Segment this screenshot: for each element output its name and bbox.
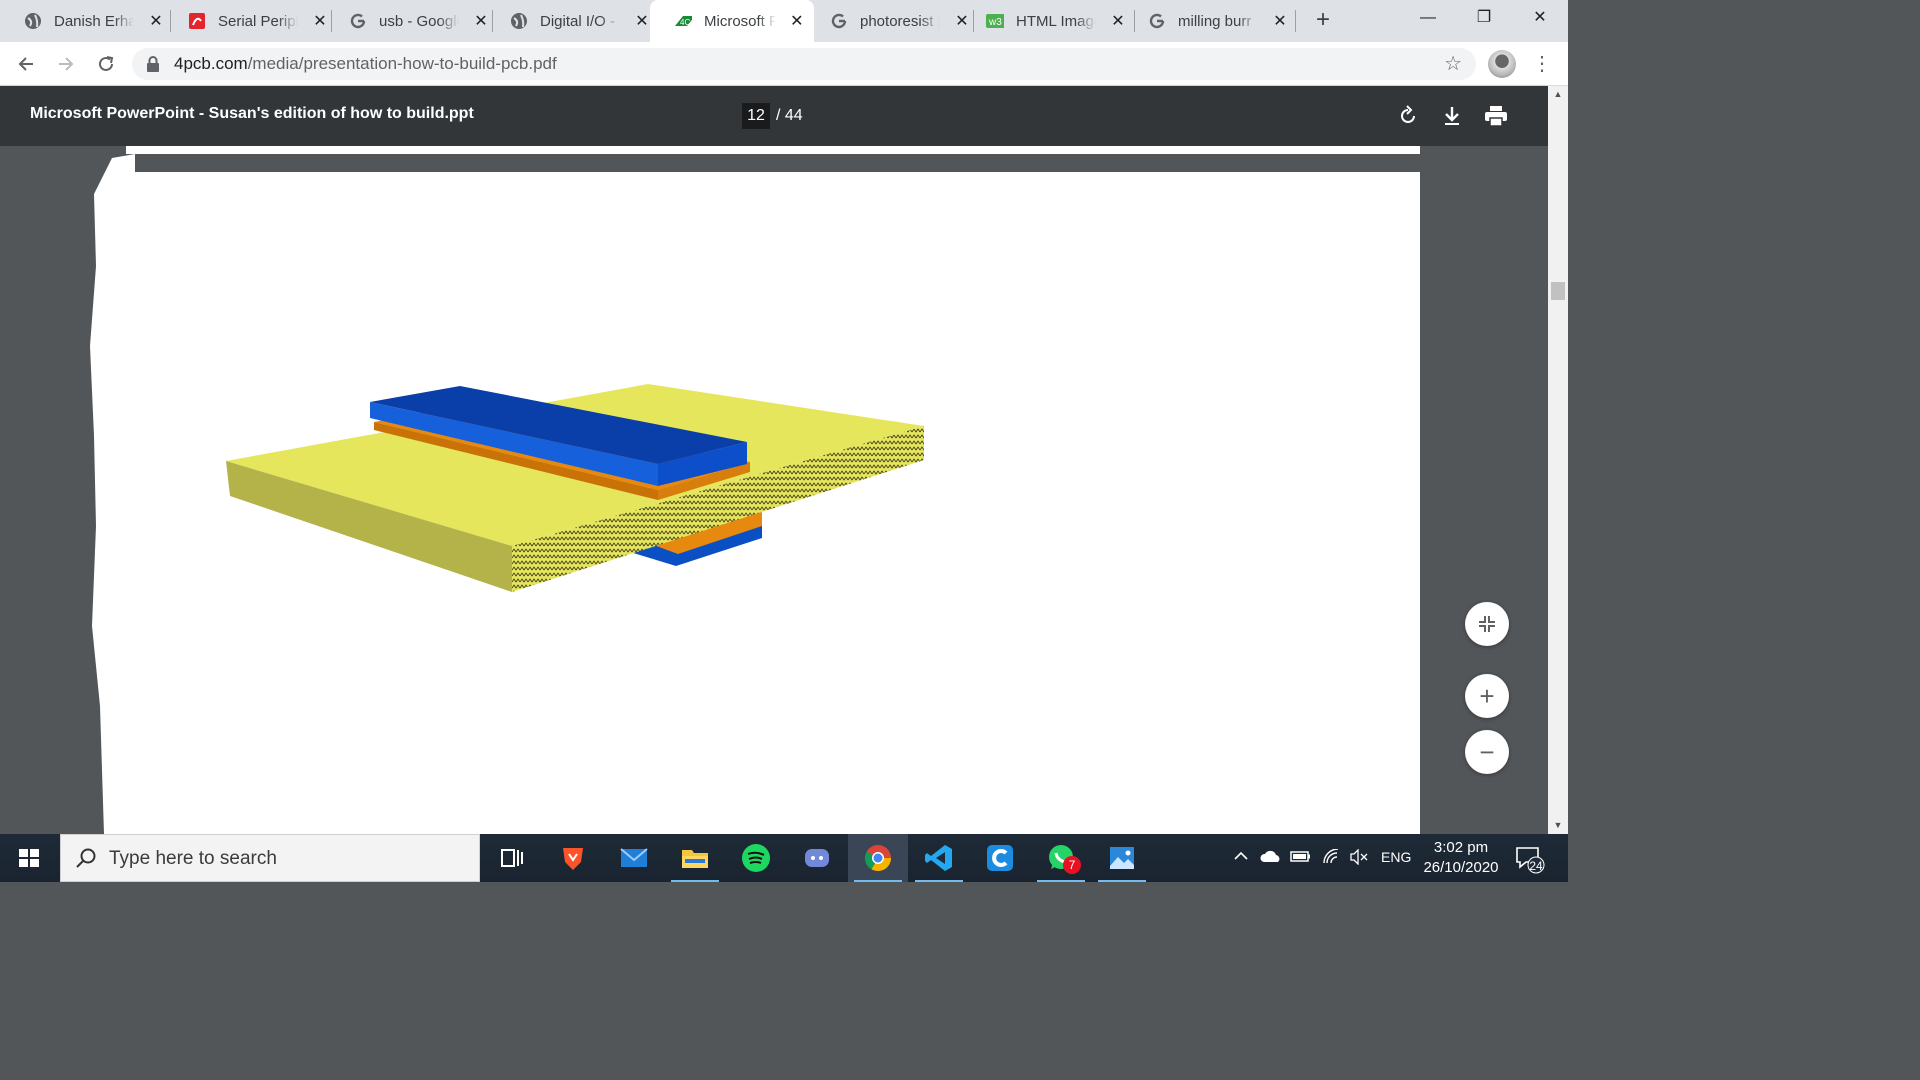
svg-text:4C: 4C — [680, 18, 690, 27]
w3schools-icon: w3 — [986, 12, 1004, 30]
language-indicator[interactable]: ENG — [1381, 849, 1411, 865]
pdf-icon — [188, 12, 206, 30]
address-bar[interactable]: 4pcb.com/media/presentation-how-to-build… — [132, 48, 1476, 80]
print-icon[interactable] — [1482, 102, 1510, 130]
battery-icon[interactable] — [1290, 849, 1312, 866]
bookmark-star-icon[interactable]: ☆ — [1444, 51, 1462, 76]
taskbar-search[interactable]: Type here to search — [60, 834, 480, 882]
reload-button[interactable] — [92, 50, 120, 78]
tray-overflow-icon[interactable] — [1234, 849, 1248, 866]
tab-title: Danish Erhan — [54, 12, 134, 30]
vertical-scrollbar[interactable]: ▲ ▼ — [1548, 86, 1568, 834]
tab-divider — [1295, 10, 1296, 32]
fit-to-page-button[interactable] — [1465, 602, 1509, 646]
google-icon — [349, 12, 367, 30]
file-explorer-icon[interactable] — [671, 842, 719, 882]
vscode-icon[interactable] — [915, 842, 963, 882]
chrome-icon[interactable] — [854, 842, 902, 882]
tab-title: HTML Image — [1016, 12, 1096, 30]
browser-menu-icon[interactable]: ⋮ — [1532, 50, 1552, 78]
scroll-up-icon[interactable]: ▲ — [1548, 86, 1568, 103]
pdf-toolbar: Microsoft PowerPoint - Susan's edition o… — [0, 86, 1548, 146]
url-domain: 4pcb.com — [174, 54, 248, 73]
search-icon — [75, 847, 97, 869]
tab-title: photoresist p — [860, 12, 940, 30]
task-view-icon[interactable] — [496, 842, 528, 874]
zoom-out-button[interactable]: − — [1465, 730, 1509, 774]
tab-digital-io[interactable]: Digital I/O - ✕ — [486, 0, 660, 42]
spotify-icon[interactable] — [740, 842, 772, 874]
notification-count: 24 — [1529, 859, 1543, 873]
page-total: / 44 — [776, 107, 803, 124]
brave-icon[interactable] — [557, 842, 589, 874]
close-icon[interactable]: ✕ — [148, 11, 164, 31]
clock-date: 26/10/2020 — [1423, 859, 1499, 876]
close-icon[interactable]: ✕ — [634, 11, 650, 31]
tab-microsoft-powerpoint[interactable]: 4C Microsoft Po ✕ — [650, 0, 814, 42]
start-button[interactable] — [0, 834, 58, 882]
window-close-button[interactable]: ✕ — [1512, 0, 1568, 36]
system-clock[interactable]: 3:02 pm 26/10/2020 — [1420, 838, 1502, 878]
clock-time: 3:02 pm — [1433, 839, 1489, 856]
tab-title: usb - Google — [379, 12, 459, 30]
tab-photoresist[interactable]: photoresist p ✕ — [806, 0, 980, 42]
whatsapp-badge: 7 — [1063, 856, 1081, 874]
close-icon[interactable]: ✕ — [790, 11, 804, 31]
search-placeholder: Type here to search — [109, 848, 277, 869]
tab-serial-peripheral[interactable]: Serial Peripheral ✕ — [164, 0, 338, 42]
zoom-in-button[interactable]: + — [1465, 674, 1509, 718]
tab-usb-google[interactable]: usb - Google ✕ — [325, 0, 499, 42]
tab-strip: Danish Erhan ✕ Serial Peripheral ✕ usb -… — [0, 0, 1568, 42]
scrollbar-thumb[interactable] — [1551, 282, 1565, 300]
restore-button[interactable]: ❐ — [1456, 0, 1512, 36]
profile-avatar[interactable] — [1488, 50, 1516, 78]
svg-text:w3: w3 — [988, 17, 1002, 28]
url-path: /media/presentation-how-to-build-pcb.pdf — [247, 54, 557, 73]
tab-title: Serial Peripheral — [218, 12, 298, 30]
rotate-icon[interactable] — [1394, 102, 1422, 130]
windows-taskbar: Type here to search ENG 3:02 pm 26/10/20… — [0, 834, 1568, 882]
scroll-down-icon[interactable]: ▼ — [1548, 817, 1568, 834]
minimize-button[interactable]: — — [1400, 0, 1456, 36]
browser-toolbar: 4pcb.com/media/presentation-how-to-build… — [0, 42, 1568, 86]
onedrive-icon[interactable] — [1260, 849, 1282, 866]
page-number-input[interactable]: 12 — [742, 103, 770, 129]
tab-title: milling burr — [1178, 12, 1252, 30]
tab-title: Microsoft Po — [704, 12, 776, 30]
google-icon — [1148, 12, 1166, 30]
wifi-icon[interactable] — [1322, 848, 1342, 868]
close-icon[interactable]: ✕ — [1272, 11, 1288, 31]
url-text: 4pcb.com/media/presentation-how-to-build… — [174, 54, 557, 74]
tab-danish-erhan[interactable]: Danish Erhan ✕ — [0, 0, 174, 42]
globe-icon — [510, 12, 528, 30]
ccleaner-icon[interactable] — [984, 842, 1016, 874]
globe-icon — [24, 12, 42, 30]
back-button[interactable] — [12, 50, 40, 78]
mail-icon[interactable] — [618, 842, 650, 874]
google-icon — [830, 12, 848, 30]
lock-icon — [146, 56, 160, 72]
pdf-viewer: + − — [0, 146, 1548, 834]
discord-icon[interactable] — [801, 842, 833, 874]
4pcb-icon: 4C — [674, 12, 692, 30]
tab-html-image[interactable]: w3 HTML Image ✕ — [962, 0, 1136, 42]
tab-milling-burr[interactable]: milling burr ✕ — [1124, 0, 1298, 42]
volume-muted-icon[interactable] — [1350, 848, 1370, 868]
download-icon[interactable] — [1438, 102, 1466, 130]
photos-icon[interactable] — [1098, 842, 1146, 882]
new-tab-button[interactable]: + — [1310, 6, 1336, 34]
tab-title: Digital I/O - — [540, 12, 616, 30]
forward-button[interactable] — [52, 50, 80, 78]
action-center-icon[interactable]: 24 — [1514, 844, 1546, 874]
pdf-document-title: Microsoft PowerPoint - Susan's edition o… — [30, 105, 474, 122]
windows-logo-icon — [19, 849, 39, 867]
pcb-layer-illustration — [226, 384, 924, 592]
